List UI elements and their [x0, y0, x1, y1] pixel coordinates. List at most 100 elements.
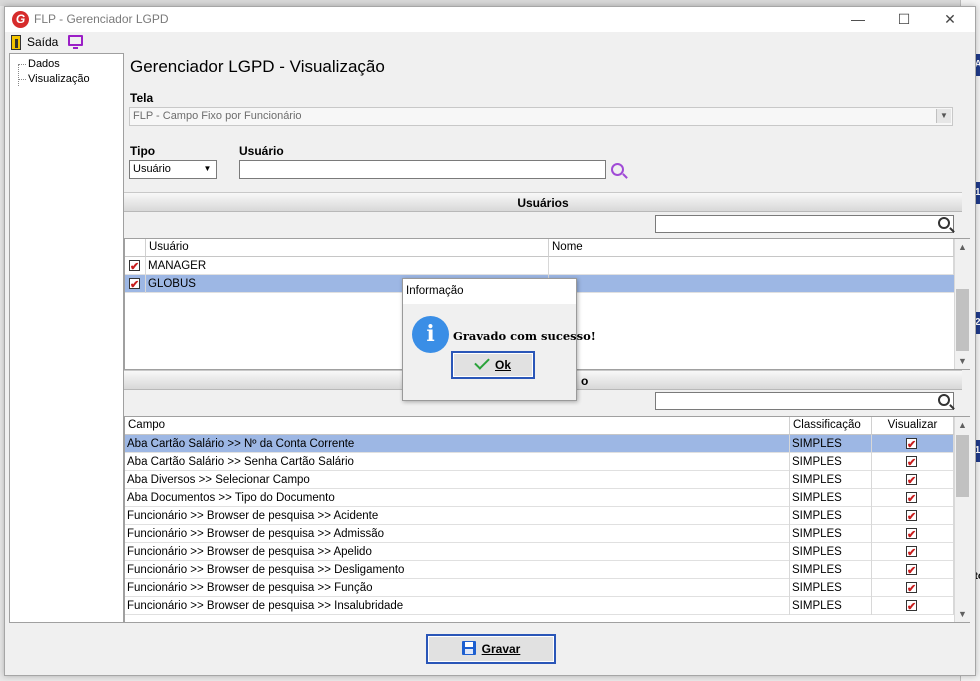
row-campo: Funcionário >> Browser de pesquisa >> Fu…	[125, 579, 790, 597]
checkbox[interactable]	[906, 544, 917, 561]
row-campo: Funcionário >> Browser de pesquisa >> Ap…	[125, 543, 790, 561]
search-icon[interactable]	[938, 217, 950, 229]
scroll-thumb[interactable]	[956, 435, 969, 497]
row-visualizar[interactable]	[872, 471, 954, 489]
checkbox[interactable]	[906, 580, 917, 597]
dialog-message: Gravado com sucesso!	[453, 329, 596, 343]
maximize-button[interactable]: ☐	[881, 7, 927, 32]
checkbox[interactable]	[906, 490, 917, 507]
row-classificacao: SIMPLES	[790, 561, 872, 579]
row-classificacao: SIMPLES	[790, 579, 872, 597]
checkbox[interactable]	[906, 436, 917, 453]
toolbar: Saída	[5, 32, 975, 52]
app-logo-icon: G	[12, 11, 29, 28]
row-classificacao: SIMPLES	[790, 471, 872, 489]
table-row[interactable]: Funcionário >> Browser de pesquisa >> Ac…	[125, 507, 954, 525]
row-campo: Aba Cartão Salário >> Nº da Conta Corren…	[125, 435, 790, 453]
chevron-down-icon: ▼	[200, 162, 215, 176]
usuario-input[interactable]	[239, 160, 606, 179]
scroll-up-icon[interactable]: ▲	[955, 239, 970, 255]
tela-select[interactable]: FLP - Campo Fixo por Funcionário ▼	[129, 107, 953, 126]
row-visualizar[interactable]	[872, 579, 954, 597]
tipo-select[interactable]: Usuário ▼	[129, 160, 217, 179]
row-visualizar[interactable]	[872, 543, 954, 561]
table-row[interactable]: MANAGER	[125, 257, 954, 275]
window-title: FLP - Gerenciador LGPD	[34, 12, 169, 26]
gravar-button[interactable]: Gravar	[426, 634, 556, 664]
checkbox[interactable]	[906, 562, 917, 579]
checkbox[interactable]	[129, 276, 140, 293]
row-classificacao: SIMPLES	[790, 435, 872, 453]
scroll-down-icon[interactable]: ▼	[955, 606, 970, 622]
checkbox[interactable]	[906, 472, 917, 489]
scroll-down-icon[interactable]: ▼	[955, 353, 970, 369]
row-visualizar[interactable]	[872, 507, 954, 525]
table-row[interactable]: Funcionário >> Browser de pesquisa >> Ap…	[125, 543, 954, 561]
grid-header-campo[interactable]: Campo	[125, 417, 790, 435]
chevron-down-icon: ▼	[936, 109, 951, 123]
title-bar[interactable]: G FLP - Gerenciador LGPD — ☐ ✕	[5, 7, 975, 32]
checkbox[interactable]	[906, 598, 917, 615]
scroll-up-icon[interactable]: ▲	[955, 417, 970, 433]
grid-header-nome[interactable]: Nome	[549, 239, 954, 257]
close-button[interactable]: ✕	[927, 7, 973, 32]
table-row[interactable]: Aba Cartão Salário >> Senha Cartão Salár…	[125, 453, 954, 471]
row-campo: Aba Cartão Salário >> Senha Cartão Salár…	[125, 453, 790, 471]
row-campo: Funcionário >> Browser de pesquisa >> Ac…	[125, 507, 790, 525]
search-icon[interactable]	[938, 394, 950, 406]
table-row[interactable]: Aba Documentos >> Tipo do Documento SIMP…	[125, 489, 954, 507]
row-visualizar[interactable]	[872, 489, 954, 507]
minimize-button[interactable]: —	[835, 7, 881, 32]
table-row[interactable]: Aba Diversos >> Selecionar Campo SIMPLES	[125, 471, 954, 489]
dialog-title[interactable]: Informação	[403, 279, 576, 304]
campos-search-input[interactable]	[655, 392, 954, 410]
checkbox[interactable]	[906, 526, 917, 543]
grid-header-classificacao[interactable]: Classificação	[790, 417, 872, 435]
checkbox[interactable]	[906, 508, 917, 525]
usuarios-scrollbar[interactable]: ▲ ▼	[954, 239, 970, 369]
row-classificacao: SIMPLES	[790, 525, 872, 543]
row-visualizar[interactable]	[872, 525, 954, 543]
grid-header-check	[125, 239, 146, 257]
row-visualizar[interactable]	[872, 597, 954, 615]
table-row[interactable]: Funcionário >> Browser de pesquisa >> Fu…	[125, 579, 954, 597]
monitor-icon[interactable]	[68, 35, 83, 49]
search-icon[interactable]	[611, 163, 624, 176]
exit-door-icon[interactable]	[11, 35, 21, 50]
row-visualizar[interactable]	[872, 453, 954, 471]
grid-header-visualizar[interactable]: Visualizar	[872, 417, 954, 435]
row-classificacao: SIMPLES	[790, 453, 872, 471]
tipo-select-value: Usuário	[133, 163, 171, 175]
row-usuario: MANAGER	[146, 257, 549, 275]
tree-item-visualizacao[interactable]: Visualização	[18, 73, 90, 85]
row-campo: Aba Diversos >> Selecionar Campo	[125, 471, 790, 489]
row-visualizar[interactable]	[872, 561, 954, 579]
row-check-cell[interactable]	[125, 275, 146, 293]
table-row[interactable]: Funcionário >> Browser de pesquisa >> In…	[125, 597, 954, 615]
table-row[interactable]: Aba Cartão Salário >> Nº da Conta Corren…	[125, 435, 954, 453]
row-check-cell[interactable]	[125, 257, 146, 275]
row-visualizar[interactable]	[872, 435, 954, 453]
page-title: Gerenciador LGPD - Visualização	[130, 57, 385, 76]
info-dialog: Informação i Gravado com sucesso! Ok	[402, 278, 596, 401]
row-campo: Aba Documentos >> Tipo do Documento	[125, 489, 790, 507]
campos-scrollbar[interactable]: ▲ ▼	[954, 417, 970, 622]
checkbox[interactable]	[129, 258, 140, 275]
table-row[interactable]: Funcionário >> Browser de pesquisa >> Ad…	[125, 525, 954, 543]
row-classificacao: SIMPLES	[790, 597, 872, 615]
row-campo: Funcionário >> Browser de pesquisa >> De…	[125, 561, 790, 579]
checkbox[interactable]	[906, 454, 917, 471]
tree-item-dados[interactable]: Dados	[18, 58, 60, 70]
row-campo: Funcionário >> Browser de pesquisa >> In…	[125, 597, 790, 615]
table-row[interactable]: Funcionário >> Browser de pesquisa >> De…	[125, 561, 954, 579]
exit-button[interactable]: Saída	[27, 35, 58, 49]
grid-header-usuario[interactable]: Usuário	[146, 239, 549, 257]
ok-button[interactable]: Ok	[451, 351, 535, 379]
usuarios-search-input[interactable]	[655, 215, 954, 233]
campos-grid: Campo Classificação Visualizar Aba Cartã…	[124, 416, 970, 623]
scroll-thumb[interactable]	[956, 289, 969, 351]
row-nome	[549, 275, 954, 293]
tipo-label: Tipo	[130, 144, 156, 158]
row-classificacao: SIMPLES	[790, 543, 872, 561]
row-nome	[549, 257, 954, 275]
